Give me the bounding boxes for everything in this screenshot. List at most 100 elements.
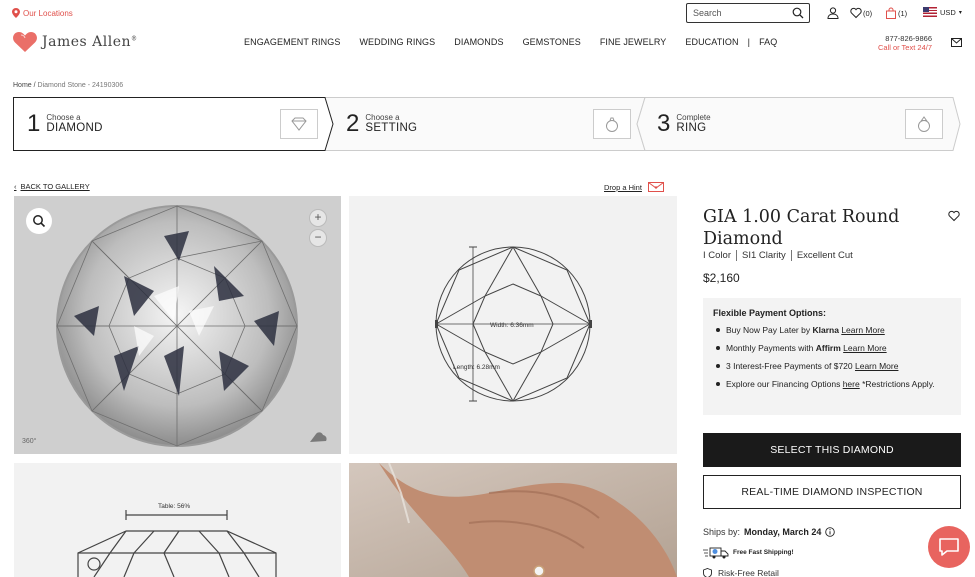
step-number: 2 xyxy=(346,110,360,137)
klarna-learn-more-link[interactable]: Learn More xyxy=(841,325,884,335)
heart-logo-icon xyxy=(13,32,37,52)
zoom-in-button[interactable]: + xyxy=(309,209,327,227)
info-icon[interactable] xyxy=(825,527,836,537)
step-ring-icon-box xyxy=(905,109,943,139)
wishlist-heart-icon[interactable] xyxy=(948,210,960,222)
truck-icon xyxy=(703,547,729,559)
chevron-down-icon: ▾ xyxy=(958,9,962,16)
spec-color: I Color xyxy=(703,250,731,261)
step-small-label: Choose a xyxy=(365,113,400,122)
step-setting-icon-box xyxy=(593,109,631,139)
product-specs: I Color SI1 Clarity Excellent Cut xyxy=(703,250,858,261)
risk-free-label: Risk-Free Retail xyxy=(718,568,779,577)
real-time-inspection-button[interactable]: REAL-TIME DIAMOND INSPECTION xyxy=(703,475,961,509)
chat-bubble-icon xyxy=(939,538,959,556)
search-icon xyxy=(33,215,46,228)
setting-icon xyxy=(606,117,618,132)
step-small-label: Complete xyxy=(676,113,711,122)
back-to-gallery-label: BACK TO GALLERY xyxy=(20,182,90,191)
shopping-bag-icon xyxy=(886,7,896,19)
drop-a-hint-link[interactable]: Drop a Hint xyxy=(604,182,664,192)
hand-photo[interactable] xyxy=(349,463,677,577)
step-big-label: DIAMOND xyxy=(46,122,103,134)
main-nav: ENGAGEMENT RINGS WEDDING RINGS DIAMONDS … xyxy=(244,37,796,47)
diamond-photo-viewer[interactable]: 360° + − xyxy=(14,196,341,454)
zoom-out-button[interactable]: − xyxy=(309,229,327,247)
step-diamond-icon-box xyxy=(280,109,318,139)
nav-gemstones[interactable]: GEMSTONES xyxy=(523,37,581,47)
steps-background xyxy=(13,97,961,151)
spec-cut: Excellent Cut xyxy=(790,250,858,261)
table-percentage-label: Table: 56% xyxy=(158,503,190,510)
breadcrumb: Home / Diamond Stone - 24190306 xyxy=(13,82,124,89)
diamond-photo: 360° xyxy=(14,196,341,454)
free-shipping-label: Free Fast Shipping! xyxy=(733,548,794,556)
diamond-profile-diagram[interactable]: Table: 56% xyxy=(14,463,341,577)
interest-free-learn-more-link[interactable]: Learn More xyxy=(855,361,898,371)
logo-text: James Allen® xyxy=(42,34,138,50)
back-to-gallery-link[interactable]: ‹ BACK TO GALLERY xyxy=(14,182,90,191)
product-title: GIA 1.00 Carat Round Diamond xyxy=(703,207,900,249)
width-measurement-label: Width: 6.36mm xyxy=(490,322,534,329)
ships-by-date: Monday, March 24 xyxy=(744,527,822,537)
diamond-measurement-diagram[interactable]: Width: 6.36mm Length: 6.28mm xyxy=(349,196,677,454)
search-icon[interactable] xyxy=(792,7,804,19)
spec-clarity: SI1 Clarity xyxy=(735,250,791,261)
profile-diagram: Table: 56% xyxy=(77,503,277,577)
phone-subtext: Call or Text 24/7 xyxy=(877,43,932,52)
nav-divider: | xyxy=(747,37,751,47)
step-complete-ring[interactable]: 3 Complete RING xyxy=(657,97,711,151)
risk-free-retail: Risk-Free Retail xyxy=(703,568,779,577)
heart-icon xyxy=(850,7,862,19)
step-number: 1 xyxy=(27,110,41,137)
rotate-360-label[interactable]: 360° xyxy=(22,437,37,445)
payment-item-klarna: Buy Now Pay Later by Klarna Learn More xyxy=(713,324,951,336)
ships-by: Ships by: Monday, March 24 xyxy=(703,527,836,537)
logo[interactable]: James Allen® xyxy=(12,31,138,53)
build-steps: 1 Choose a DIAMOND 2 Choose a SETTING 3 Co… xyxy=(13,97,961,151)
breadcrumb-home[interactable]: Home xyxy=(13,82,32,89)
payment-heading: Flexible Payment Options: xyxy=(713,308,827,318)
step-number: 3 xyxy=(657,110,671,137)
payment-options: Flexible Payment Options: Buy Now Pay La… xyxy=(703,298,961,415)
contact-phone[interactable]: 877-826-9866 Call or Text 24/7 xyxy=(872,34,932,52)
step-choose-diamond[interactable]: 1 Choose a DIAMOND xyxy=(27,97,103,151)
our-locations-label: Our Locations xyxy=(23,8,73,18)
step-small-label: Choose a xyxy=(46,113,81,122)
chat-button[interactable] xyxy=(928,526,970,568)
cart-button[interactable]: (1) xyxy=(885,6,907,20)
ring-icon xyxy=(918,116,930,132)
nav-fine-jewelry[interactable]: FINE JEWELRY xyxy=(600,37,667,47)
step-choose-setting[interactable]: 2 Choose a SETTING xyxy=(346,97,417,151)
payment-item-interest-free: 3 Interest-Free Payments of $720 Learn M… xyxy=(713,360,951,372)
account-button[interactable] xyxy=(827,6,839,20)
shield-icon xyxy=(703,568,712,577)
utility-bar: Our Locations Search (0) (1) USD ▾ xyxy=(0,0,975,28)
select-diamond-button[interactable]: SELECT THIS DIAMOND xyxy=(703,433,961,467)
cart-count: (1) xyxy=(898,8,908,18)
wishlist-count: (0) xyxy=(863,8,873,18)
product-price: $2,160 xyxy=(703,271,740,285)
nav-faq[interactable]: FAQ xyxy=(759,37,777,47)
currency-selector[interactable]: USD ▾ xyxy=(923,7,962,17)
affirm-learn-more-link[interactable]: Learn More xyxy=(843,343,886,353)
our-locations-link[interactable]: Our Locations xyxy=(12,8,73,18)
phone-number: 877-826-9866 xyxy=(885,34,932,43)
envelope-heart-icon xyxy=(647,182,664,192)
measurement-diagram: Width: 6.36mm Length: 6.28mm xyxy=(435,246,592,402)
financing-here-link[interactable]: here xyxy=(843,379,860,389)
nav-diamonds[interactable]: DIAMONDS xyxy=(454,37,503,47)
search-input[interactable]: Search xyxy=(686,3,810,23)
step-big-label: SETTING xyxy=(365,122,418,134)
nav-education[interactable]: EDUCATION xyxy=(685,37,738,47)
wishlist-button[interactable]: (0) xyxy=(850,6,872,20)
chevron-left-icon: ‹ xyxy=(14,182,17,191)
drop-a-hint-label: Drop a Hint xyxy=(604,182,642,192)
search-placeholder: Search xyxy=(693,8,722,18)
nav-engagement-rings[interactable]: ENGAGEMENT RINGS xyxy=(244,37,340,47)
nav-wedding-rings[interactable]: WEDDING RINGS xyxy=(359,37,435,47)
mail-icon[interactable] xyxy=(951,38,962,47)
payment-item-affirm: Monthly Payments with Affirm Learn More xyxy=(713,342,951,354)
zoom-button[interactable] xyxy=(26,208,52,234)
user-icon xyxy=(827,7,839,19)
